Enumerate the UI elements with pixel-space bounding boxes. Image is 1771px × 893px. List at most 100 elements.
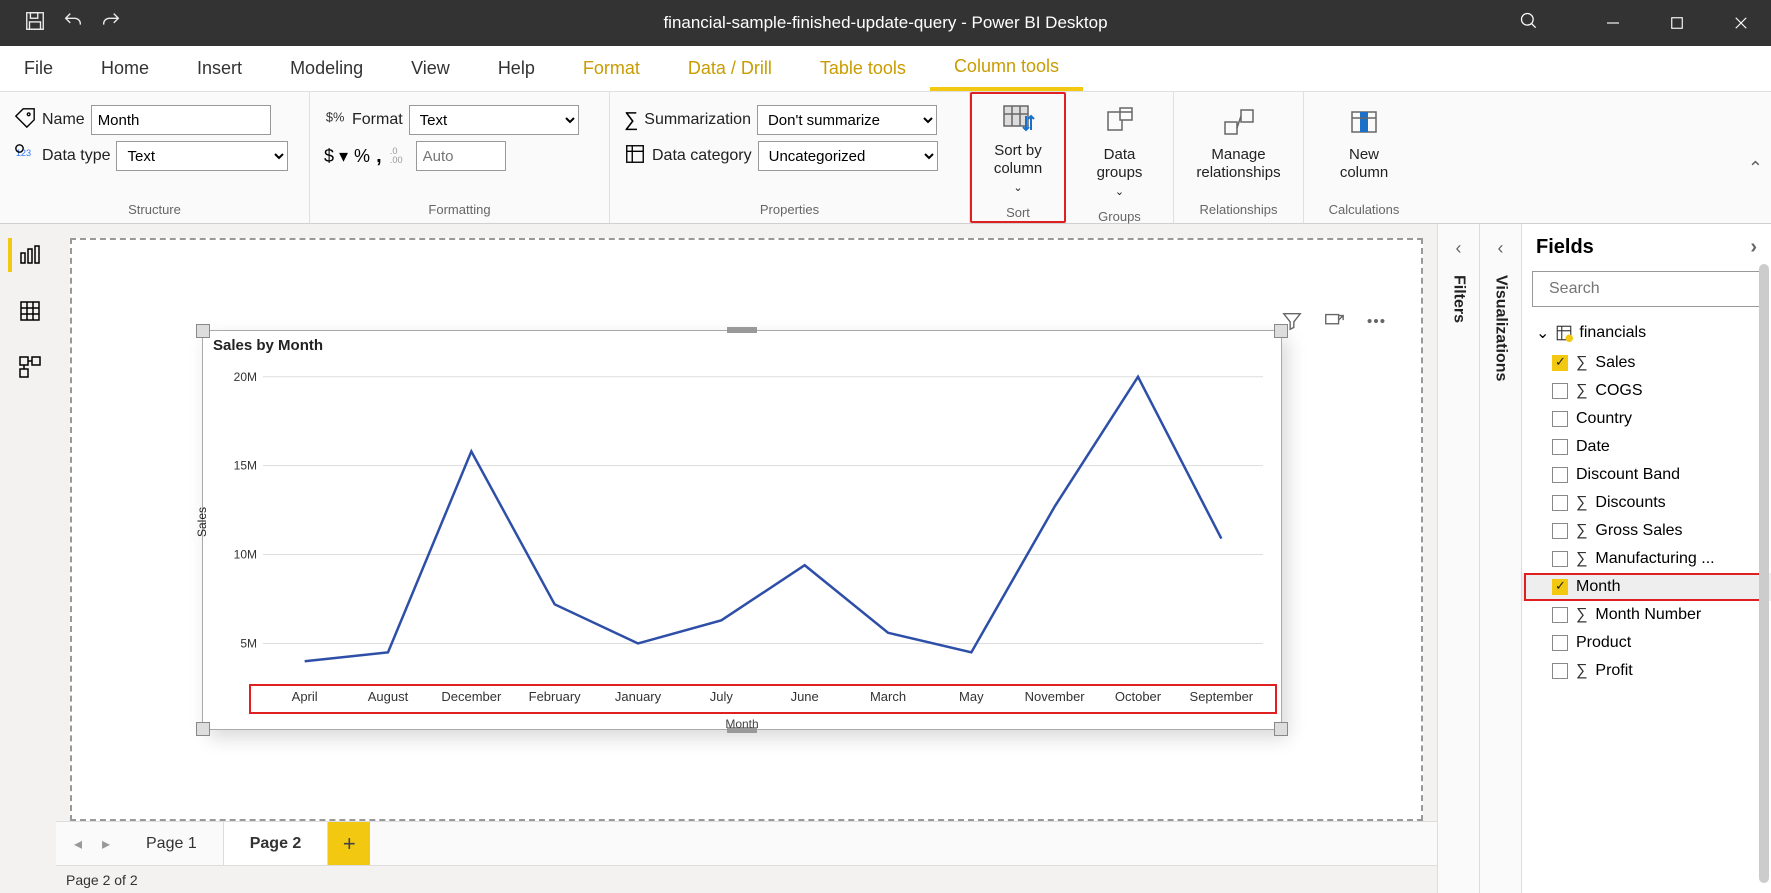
ribbon: Name 123 Data type Text Structure $% For… — [0, 92, 1771, 224]
add-page-button[interactable]: + — [328, 822, 370, 865]
manage-relationships-button[interactable]: Manage relationships — [1184, 102, 1292, 186]
scrollbar[interactable] — [1759, 264, 1769, 883]
focus-icon[interactable] — [1323, 310, 1345, 337]
page-prev[interactable]: ◂ — [64, 830, 92, 858]
menu-tab-data-drill[interactable]: Data / Drill — [664, 46, 796, 91]
rail-report[interactable] — [8, 238, 48, 272]
name-label: Name — [42, 111, 85, 129]
menu-tab-table-tools[interactable]: Table tools — [796, 46, 930, 91]
field-row[interactable]: ∑ Gross Sales — [1522, 517, 1771, 545]
field-row[interactable]: ∑ Manufacturing ... — [1522, 545, 1771, 573]
window-title: financial-sample-finished-update-query -… — [663, 13, 1107, 33]
visualizations-pane-collapsed[interactable]: ‹ Visualizations — [1479, 224, 1521, 893]
field-row[interactable]: ∑ Profit — [1522, 657, 1771, 685]
field-checkbox[interactable] — [1552, 411, 1568, 427]
field-row[interactable]: Date — [1522, 433, 1771, 461]
page-next[interactable]: ▸ — [92, 830, 120, 858]
field-checkbox[interactable] — [1552, 635, 1568, 651]
datacategory-select[interactable]: Uncategorized — [758, 141, 938, 171]
summarization-label: Summarization — [644, 111, 751, 129]
menu-tab-home[interactable]: Home — [77, 46, 173, 91]
menu-tab-view[interactable]: View — [387, 46, 474, 91]
tag-icon — [14, 107, 36, 134]
field-checkbox[interactable] — [1552, 355, 1568, 371]
svg-text:15M: 15M — [234, 459, 257, 473]
field-checkbox[interactable] — [1552, 495, 1568, 511]
field-checkbox[interactable] — [1552, 607, 1568, 623]
menu-tab-help[interactable]: Help — [474, 46, 559, 91]
menu-tab-format[interactable]: Format — [559, 46, 664, 91]
field-label: COGS — [1595, 382, 1642, 400]
field-checkbox[interactable] — [1552, 467, 1568, 483]
group-label-relationships: Relationships — [1199, 202, 1277, 217]
field-checkbox[interactable] — [1552, 439, 1568, 455]
field-row[interactable]: Country — [1522, 405, 1771, 433]
menu-tab-file[interactable]: File — [0, 46, 77, 91]
summarization-select[interactable]: Don't summarize — [757, 105, 937, 135]
field-label: Gross Sales — [1595, 522, 1682, 540]
minimize-button[interactable] — [1583, 0, 1643, 46]
report-canvas[interactable]: Sales by Month Sales Month 5M10M15M20MAp… — [70, 238, 1423, 821]
redo-icon[interactable] — [100, 10, 122, 37]
group-label-calculations: Calculations — [1329, 202, 1400, 217]
page-tab[interactable]: Page 1 — [120, 822, 224, 865]
titlebar-search-icon[interactable] — [1519, 11, 1539, 36]
name-input[interactable] — [91, 105, 271, 135]
field-checkbox[interactable] — [1552, 551, 1568, 567]
field-row[interactable]: Month — [1522, 573, 1771, 601]
field-row[interactable]: Product — [1522, 629, 1771, 657]
menu-tab-modeling[interactable]: Modeling — [266, 46, 387, 91]
fields-pane: Fields › ⌄ financials ∑ Sales∑ COGSCount… — [1521, 224, 1771, 893]
field-checkbox[interactable] — [1552, 383, 1568, 399]
undo-icon[interactable] — [62, 10, 84, 37]
field-label: Sales — [1595, 354, 1635, 372]
field-row[interactable]: ∑ Month Number — [1522, 601, 1771, 629]
close-button[interactable] — [1711, 0, 1771, 46]
sigma-icon: ∑ — [624, 109, 638, 132]
chevron-left-icon[interactable]: ‹ — [1498, 238, 1504, 259]
chevron-left-icon[interactable]: ‹ — [1456, 238, 1462, 259]
table-node[interactable]: ⌄ financials — [1522, 317, 1771, 349]
field-label: Discounts — [1595, 494, 1665, 512]
field-label: Manufacturing ... — [1595, 550, 1714, 568]
datatype-label: Data type — [42, 147, 110, 165]
field-row[interactable]: Discount Band — [1522, 461, 1771, 489]
field-row[interactable]: ∑ COGS — [1522, 377, 1771, 405]
currency-icon: $ ▾ — [324, 146, 348, 167]
chart-visual[interactable]: Sales by Month Sales Month 5M10M15M20MAp… — [202, 330, 1282, 730]
ribbon-collapse-icon[interactable]: ⌃ — [1748, 158, 1763, 179]
maximize-button[interactable] — [1647, 0, 1707, 46]
field-checkbox[interactable] — [1552, 663, 1568, 679]
field-row[interactable]: ∑ Discounts — [1522, 489, 1771, 517]
format-select[interactable]: Text — [409, 105, 579, 135]
sigma-icon: ∑ — [1576, 382, 1587, 400]
field-label: Product — [1576, 634, 1631, 652]
more-icon[interactable] — [1365, 310, 1387, 337]
filters-pane-collapsed[interactable]: ‹ Filters — [1437, 224, 1479, 893]
statusbar: Page 2 of 2 — [56, 865, 1437, 893]
svg-text:20M: 20M — [234, 370, 257, 384]
sort-by-column-button[interactable]: Sort by column⌄ — [982, 98, 1054, 199]
rail-model[interactable] — [8, 350, 48, 384]
rail-data[interactable] — [8, 294, 48, 328]
field-row[interactable]: ∑ Sales — [1522, 349, 1771, 377]
fields-search-input[interactable] — [1549, 280, 1756, 298]
svg-text:10M: 10M — [234, 548, 257, 562]
menu-tab-insert[interactable]: Insert — [173, 46, 266, 91]
svg-text:$%: $% — [326, 109, 345, 124]
field-highlight — [1524, 573, 1767, 601]
new-column-button[interactable]: New column — [1328, 102, 1400, 186]
datatype-select[interactable]: Text — [116, 141, 288, 171]
save-icon[interactable] — [24, 10, 46, 37]
chevron-right-icon[interactable]: › — [1750, 236, 1757, 259]
data-groups-button[interactable]: Data groups⌄ — [1085, 102, 1155, 203]
menu-tab-column-tools[interactable]: Column tools — [930, 46, 1083, 91]
decimal-places-input — [416, 141, 506, 171]
datacategory-label: Data category — [652, 147, 752, 165]
fields-search[interactable] — [1532, 271, 1761, 307]
sigma-icon: ∑ — [1576, 662, 1587, 680]
format-label: Format — [352, 111, 403, 129]
page-tab[interactable]: Page 2 — [224, 822, 329, 865]
expand-icon[interactable]: ⌄ — [1536, 323, 1549, 343]
field-checkbox[interactable] — [1552, 523, 1568, 539]
